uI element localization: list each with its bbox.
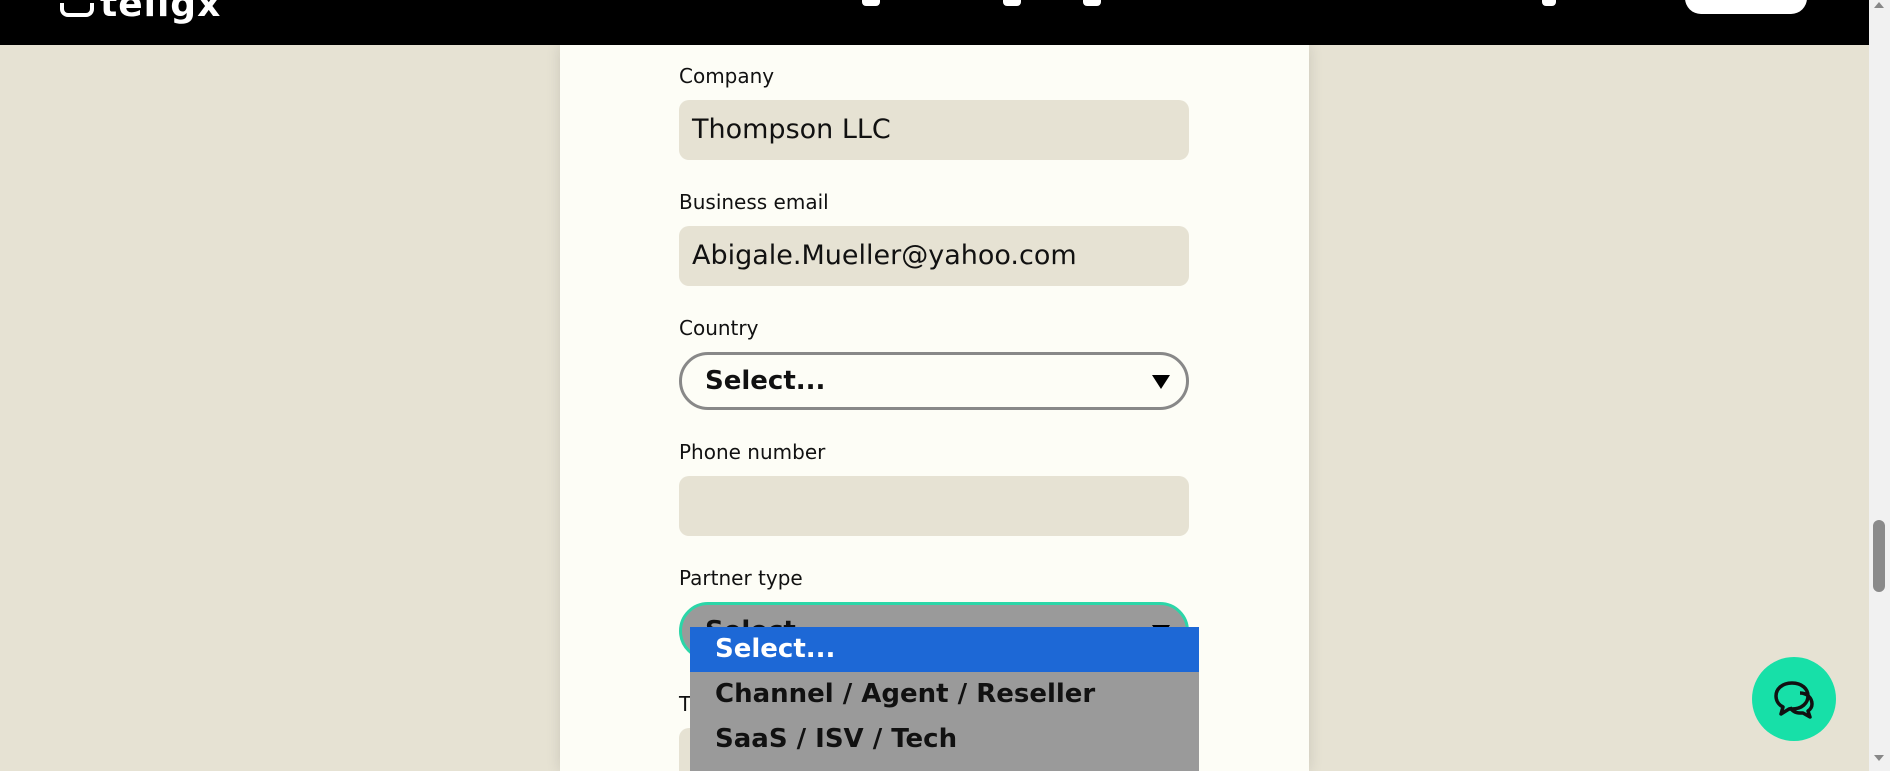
nav-item[interactable] (1083, 0, 1101, 6)
country-select-value: Select... (705, 366, 826, 396)
partner-type-option[interactable]: Channel / Agent / Reseller (690, 672, 1199, 717)
brand-logo[interactable]: tellgx (60, 0, 221, 25)
phone-number-label: Phone number (679, 440, 826, 464)
scroll-down-icon[interactable] (1874, 755, 1884, 761)
partner-type-option[interactable]: Select... (690, 627, 1199, 672)
nav-cta-button[interactable] (1685, 0, 1807, 14)
logo-text: tellgx (100, 0, 222, 25)
scroll-up-icon[interactable] (1874, 2, 1884, 8)
phone-number-field[interactable] (679, 476, 1189, 536)
partner-type-label: Partner type (679, 566, 803, 590)
country-select[interactable]: Select... (679, 352, 1189, 410)
business-email-label: Business email (679, 190, 829, 214)
business-email-field[interactable]: Abigale.Mueller@yahoo.com (679, 226, 1189, 286)
scrollbar-track[interactable] (1869, 0, 1890, 771)
country-label: Country (679, 316, 759, 340)
nav-item[interactable] (1003, 0, 1021, 6)
top-navigation-bar: tellgx (0, 0, 1869, 45)
chat-bubbles-icon (1774, 681, 1814, 719)
nav-item[interactable] (862, 0, 880, 6)
partner-type-dropdown: Select... Channel / Agent / Reseller Saa… (690, 627, 1199, 771)
company-label: Company (679, 64, 775, 88)
chat-button[interactable] (1752, 657, 1836, 741)
logo-mark-icon (60, 2, 94, 17)
caret-down-icon (1152, 375, 1170, 389)
scrollbar-thumb[interactable] (1873, 520, 1885, 592)
company-field[interactable]: Thompson LLC (679, 100, 1189, 160)
search-icon[interactable] (1542, 0, 1556, 6)
partner-type-option[interactable]: SaaS / ISV / Tech (690, 717, 1199, 762)
